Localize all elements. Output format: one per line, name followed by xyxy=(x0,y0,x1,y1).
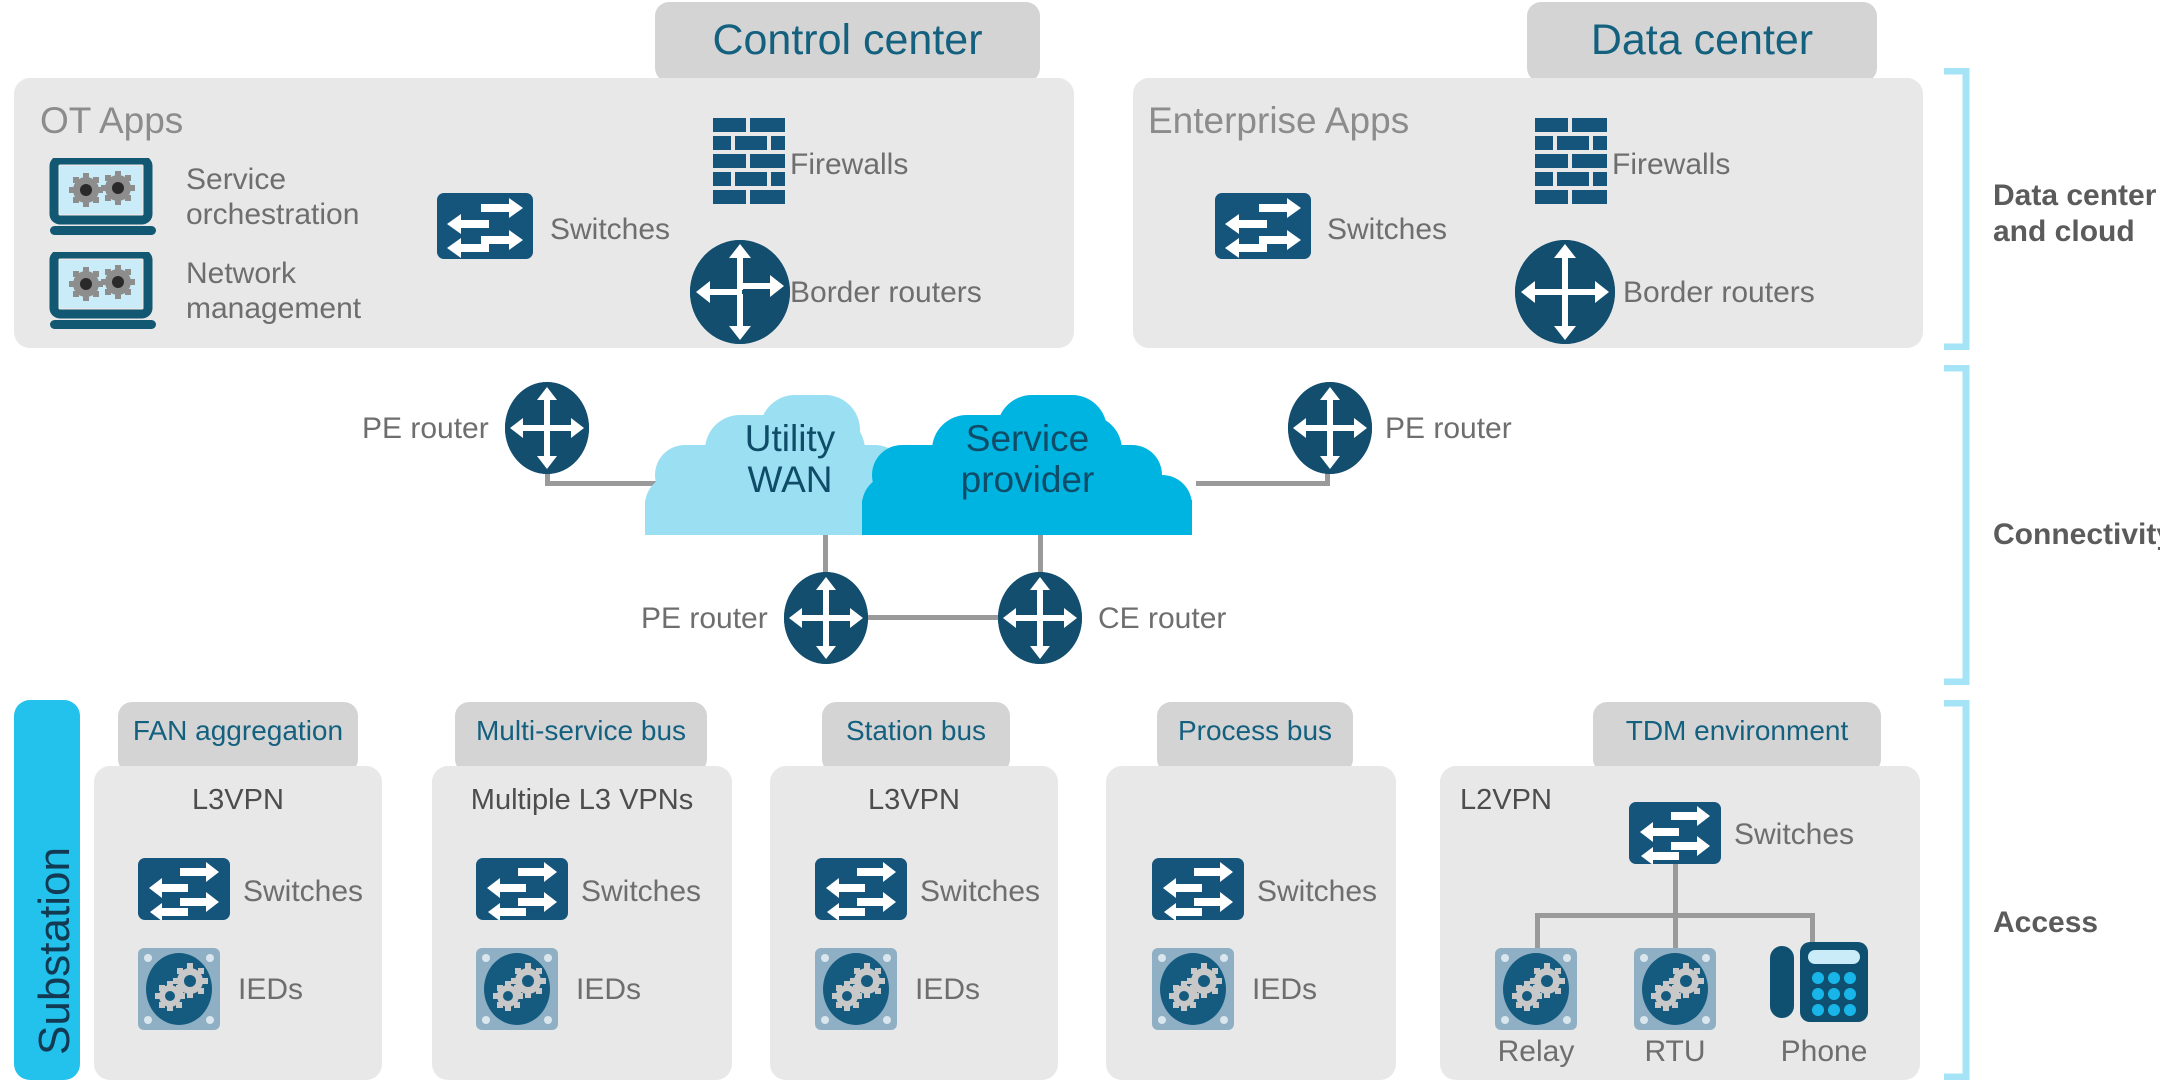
switches-label: Switches xyxy=(243,875,364,908)
ieds-label: IEDs xyxy=(238,973,304,1006)
tab-multi-service-bus[interactable]: Multi-service bus xyxy=(455,702,707,773)
tab-data-center[interactable]: Data center xyxy=(1527,2,1877,82)
router-icon xyxy=(505,382,589,474)
switch-icon xyxy=(437,193,533,259)
bracket-connectivity xyxy=(1942,364,1976,686)
switch-icon xyxy=(476,858,568,921)
ied-icon xyxy=(815,948,897,1030)
firewalls-label: Firewalls xyxy=(790,148,909,181)
switches-label: Switches xyxy=(581,875,702,908)
laptop-gears-icon xyxy=(48,155,158,238)
firewalls-label: Firewalls xyxy=(1612,148,1731,181)
zone-data-center-and-cloud-label: Data center and cloud xyxy=(1993,179,2157,248)
router-icon xyxy=(784,572,868,664)
ce-router-bottom-label: CE router xyxy=(1098,602,1227,635)
ied-icon xyxy=(138,948,220,1030)
tab-process-bus-label: Process bus xyxy=(1177,715,1333,746)
tab-multi-service-bus-label: Multi-service bus xyxy=(475,715,687,746)
firewall-brick-icon xyxy=(1535,118,1607,208)
ieds-label: IEDs xyxy=(1252,973,1318,1006)
pe-router-bottom-label: PE router xyxy=(641,602,768,635)
switch-icon xyxy=(1215,193,1311,259)
tab-data-center-label: Data center xyxy=(1590,16,1814,64)
border-routers-label: Border routers xyxy=(1623,276,1815,309)
cloud-service-provider-label: Service provider xyxy=(960,418,1095,501)
switch-icon xyxy=(1152,858,1244,921)
tab-station-bus[interactable]: Station bus xyxy=(822,702,1010,773)
switch-icon xyxy=(138,858,230,921)
rtu-label: RTU xyxy=(1644,1035,1706,1068)
pe-router-right-label: PE router xyxy=(1385,412,1512,445)
tab-control-center-label: Control center xyxy=(712,16,983,64)
ieds-label: IEDs xyxy=(915,973,981,1006)
border-routers-label: Border routers xyxy=(790,276,982,309)
switch-icon xyxy=(815,858,907,921)
phone-label: Phone xyxy=(1780,1035,1868,1068)
switches-label: Switches xyxy=(1327,213,1448,246)
switch-icon xyxy=(1629,802,1721,865)
tdm-vpn-label: L2VPN xyxy=(1460,784,1552,816)
link-pe-right-to-cloud-h xyxy=(1196,481,1330,486)
router-icon xyxy=(1288,382,1372,474)
router-icon xyxy=(1515,240,1615,344)
switches-label: Switches xyxy=(550,213,671,246)
process-bus-vpn-label: L3VPN xyxy=(1205,784,1297,816)
ied-icon xyxy=(476,948,558,1030)
bracket-access xyxy=(1942,699,1976,1081)
tab-process-bus[interactable]: Process bus xyxy=(1157,702,1353,773)
tab-tdm-environment-label: TDM environment xyxy=(1625,715,1849,746)
switches-label: Switches xyxy=(1257,875,1378,908)
zone-access-label: Access xyxy=(1993,906,2099,939)
network-management-label: Network management xyxy=(186,257,362,325)
substation-side-label: Substation xyxy=(30,847,79,1055)
laptop-gears-icon xyxy=(48,249,158,332)
ied-icon xyxy=(1495,948,1577,1030)
tab-station-bus-label: Station bus xyxy=(845,715,987,746)
relay-label: Relay xyxy=(1497,1035,1575,1068)
firewall-brick-icon xyxy=(713,118,785,208)
bracket-data-center-and-cloud xyxy=(1942,67,1976,351)
enterprise-apps-label: Enterprise Apps xyxy=(1148,100,1410,141)
tab-fan-aggregation-label: FAN aggregation xyxy=(132,715,344,746)
service-orchestration-label: Service orchestration xyxy=(186,163,360,231)
zone-connectivity-label: Connectivity xyxy=(1993,518,2160,551)
fan-aggregation-vpn-label: L3VPN xyxy=(192,784,284,816)
cloud-utility-wan-label: Utility WAN xyxy=(744,418,836,501)
phone-icon xyxy=(1768,940,1880,1032)
router-icon xyxy=(998,572,1082,664)
ieds-label: IEDs xyxy=(576,973,642,1006)
ied-icon xyxy=(1152,948,1234,1030)
router-icon xyxy=(690,240,790,344)
switches-label: Switches xyxy=(1734,818,1855,851)
link-tdm-switch-trunk xyxy=(1673,860,1678,917)
pe-router-left-label: PE router xyxy=(362,412,489,445)
switches-label: Switches xyxy=(920,875,1041,908)
tab-fan-aggregation[interactable]: FAN aggregation xyxy=(118,702,358,773)
multi-service-bus-vpn-label: Multiple L3 VPNs xyxy=(470,784,694,816)
station-bus-vpn-label: L3VPN xyxy=(868,784,960,816)
ied-icon xyxy=(1634,948,1716,1030)
tab-control-center[interactable]: Control center xyxy=(655,2,1040,82)
ot-apps-label: OT Apps xyxy=(40,100,184,141)
tab-tdm-environment[interactable]: TDM environment xyxy=(1593,702,1881,773)
